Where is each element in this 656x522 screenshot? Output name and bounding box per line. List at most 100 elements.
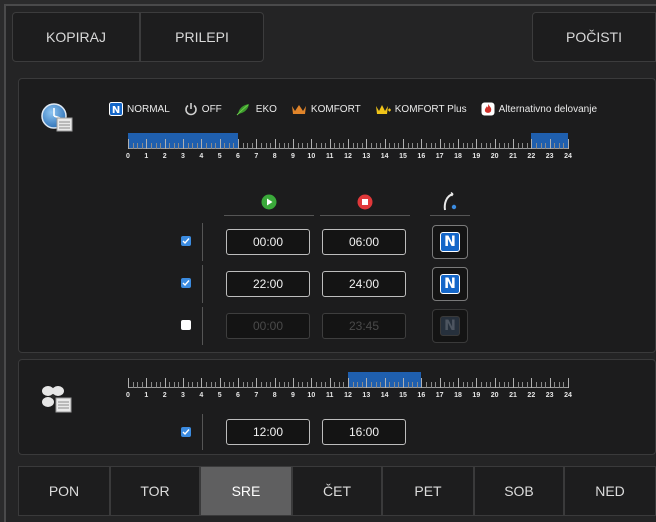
ventilation-timeline[interactable]: 0 1 2 3 4 5 6 7 8 9 10 11 12 13 14 15 16 17 18 19 20 21 22 23 24: [126, 372, 572, 404]
row-enable-checkbox[interactable]: [181, 427, 191, 437]
timeline-tick: [462, 143, 464, 149]
timeline-hour-label: 13: [362, 392, 371, 399]
timeline-tick: [325, 382, 327, 388]
tab-mon[interactable]: PON: [18, 466, 110, 516]
timeline-tick: [224, 382, 226, 388]
timeline-tick: [522, 143, 524, 149]
timeline-tick: [256, 378, 258, 388]
row-enable-checkbox[interactable]: [181, 320, 191, 330]
schedule-row: 12:00 16:00: [19, 412, 656, 452]
timeline-tick: [338, 382, 340, 388]
timeline-tick: [453, 143, 455, 149]
start-time-field[interactable]: 12:00: [226, 419, 310, 445]
timeline-tick: [297, 143, 299, 149]
timeline-tick: [471, 143, 473, 149]
timeline-tick: [242, 143, 244, 149]
timeline-tick: [146, 378, 148, 388]
start-time-field[interactable]: 22:00: [226, 271, 310, 297]
timeline-tick: [215, 382, 217, 388]
timeline-tick: [485, 382, 487, 388]
timeline-hour-label: 17: [435, 392, 444, 399]
paste-button[interactable]: PRILEPI: [140, 12, 264, 62]
timeline-tick: [435, 382, 437, 388]
timeline-tick: [270, 143, 272, 149]
tab-wed[interactable]: SRE: [200, 466, 292, 516]
copy-button[interactable]: KOPIRAJ: [12, 12, 140, 62]
timeline-tick: [210, 143, 212, 149]
timeline-tick: [132, 143, 134, 149]
timeline-tick: [535, 143, 537, 149]
timeline-tick: [535, 382, 537, 388]
timeline-tick: [480, 143, 482, 149]
timeline-tick: [219, 378, 221, 388]
timeline-tick: [558, 143, 560, 149]
end-time-field[interactable]: 06:00: [322, 229, 406, 255]
timeline-tick: [467, 143, 469, 149]
start-time-field[interactable]: 00:00: [226, 313, 310, 339]
timeline-tick: [325, 143, 327, 149]
timeline-tick: [311, 378, 313, 388]
mode-select-button[interactable]: N: [432, 309, 468, 343]
schedule-row: 00:00 23:45 N: [19, 305, 656, 345]
mode-select-button[interactable]: N: [432, 267, 468, 301]
timeline-hour-label: 21: [509, 392, 517, 399]
timeline-tick: [320, 382, 322, 388]
end-time-field[interactable]: 23:45: [322, 313, 406, 339]
timeline-hour-label: 14: [380, 392, 389, 399]
timeline-hour-label: 19: [472, 153, 481, 160]
tab-tue[interactable]: TOR: [110, 466, 200, 516]
divider: [202, 414, 203, 450]
timeline-tick: [306, 382, 308, 388]
timeline-tick: [265, 382, 267, 388]
row-enable-checkbox[interactable]: [181, 278, 191, 288]
timeline-hour-label: 18: [454, 392, 462, 399]
end-time-field[interactable]: 24:00: [322, 271, 406, 297]
tab-thu[interactable]: ČET: [292, 466, 382, 516]
row-enable-checkbox[interactable]: [181, 236, 191, 246]
timeline-tick: [467, 382, 469, 388]
timeline-tick: [407, 382, 409, 388]
timeline-hour-label: 24: [564, 153, 572, 160]
timeline-tick: [393, 382, 395, 388]
power-icon: [185, 103, 197, 116]
heating-timeline[interactable]: 0 1 2 3 4 5 6 7 8 9 10 11 12 13 14 15 16 17 18 19 20 21 22 23 24: [126, 133, 572, 165]
end-time-field[interactable]: 16:00: [322, 419, 406, 445]
mode-select-button[interactable]: N: [432, 225, 468, 259]
timeline-tick: [215, 143, 217, 149]
timeline-tick: [169, 143, 171, 149]
timeline-hour-label: 2: [162, 153, 167, 160]
play-icon: [261, 194, 277, 210]
timeline-tick: [352, 382, 354, 388]
timeline-hour-label: 4: [199, 392, 204, 399]
timeline-tick: [238, 139, 239, 149]
day-tabs: PON TOR SRE ČET PET SOB NED: [18, 466, 656, 516]
start-time-field[interactable]: 00:00: [226, 229, 310, 255]
normal-n-icon: N: [109, 102, 123, 116]
tab-fri[interactable]: PET: [382, 466, 474, 516]
timeline-tick: [545, 143, 547, 149]
timeline-tick: [329, 378, 331, 388]
tab-sat[interactable]: SOB: [474, 466, 564, 516]
timeline-tick: [260, 143, 262, 149]
timeline-tick: [499, 143, 501, 149]
timeline-hour-label: 12: [344, 153, 352, 160]
timeline-tick: [141, 382, 143, 388]
timeline-tick: [393, 143, 395, 149]
timeline-tick: [361, 382, 363, 388]
timeline-tick: [178, 143, 180, 149]
timeline-tick: [128, 139, 129, 149]
timeline-tick: [366, 139, 368, 149]
timeline-tick: [343, 143, 345, 149]
clear-button[interactable]: POČISTI: [532, 12, 656, 62]
timeline-tick: [352, 143, 354, 149]
check-icon: [182, 280, 190, 287]
timeline-tick: [416, 143, 418, 149]
timeline-tick: [494, 378, 496, 388]
timeline-tick: [343, 382, 345, 388]
timeline-hour-label: 7: [254, 153, 259, 160]
tab-sun[interactable]: NED: [564, 466, 656, 516]
timeline-tick: [421, 378, 423, 388]
timeline-hour-label: 24: [564, 392, 572, 399]
timeline-tick: [311, 139, 313, 149]
timeline-tick: [279, 143, 281, 149]
